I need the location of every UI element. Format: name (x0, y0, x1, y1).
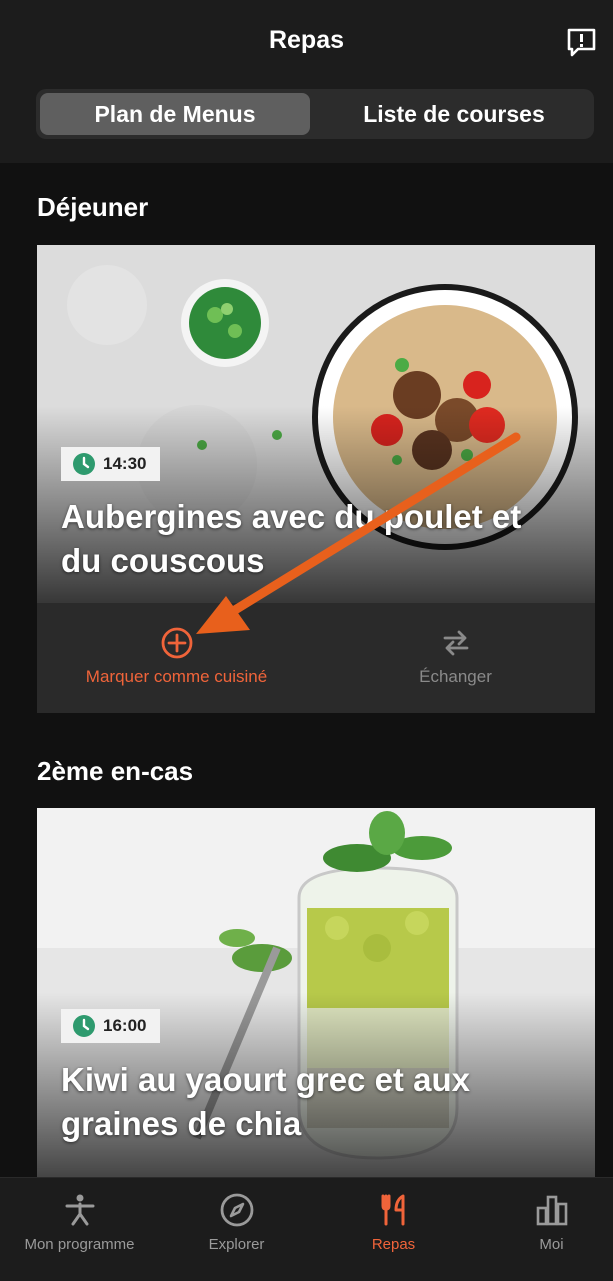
recipe-title-line-1: Kiwi au yaourt grec et aux (61, 1061, 470, 1098)
recipe-title[interactable]: Aubergines avec du poulet et du couscous (61, 495, 571, 583)
nav-tab-moi[interactable]: Moi (475, 1190, 613, 1253)
time-badge: 14:30 (61, 447, 161, 481)
tab-liste-de-courses[interactable]: Liste de courses (318, 93, 590, 135)
swap-arrows-icon (443, 630, 468, 656)
bottom-tab-bar: Mon programme Explorer Repas Moi (0, 1177, 613, 1281)
tab-plan-de-menus[interactable]: Plan de Menus (40, 93, 310, 135)
app-header: Repas Plan de Menus Liste de courses (0, 0, 613, 163)
plus-circle-icon (161, 627, 192, 659)
recipe-title-line-1: Aubergines avec du poulet et (61, 498, 522, 535)
meal-actions: Marquer comme cuisiné Échanger (37, 603, 595, 713)
recipe-title[interactable]: Kiwi au yaourt grec et aux graines de ch… (61, 1058, 571, 1146)
recipe-title-line-2: du couscous (61, 542, 265, 579)
nav-label: Mon programme (24, 1236, 135, 1253)
clock-icon (73, 453, 95, 475)
mark-cooked-label: Marquer comme cuisiné (85, 667, 268, 686)
bar-chart-icon (536, 1195, 567, 1226)
segmented-control: Plan de Menus Liste de courses (36, 89, 594, 139)
time-label: 16:00 (103, 1016, 147, 1035)
meal-card-dejeuner[interactable]: 14:30 Aubergines avec du poulet et du co… (37, 245, 595, 713)
nav-tab-explorer[interactable]: Explorer (160, 1190, 313, 1253)
nav-label: Moi (539, 1236, 564, 1253)
mark-cooked-button[interactable]: Marquer comme cuisiné (37, 625, 316, 687)
nav-tab-mon-programme[interactable]: Mon programme (3, 1190, 156, 1253)
meal-card-en-cas[interactable]: 16:00 Kiwi au yaourt grec et aux graines… (37, 808, 595, 1177)
nav-label: Explorer (208, 1236, 265, 1253)
section-title-dejeuner: Déjeuner (37, 192, 149, 222)
nav-tab-repas[interactable]: Repas (317, 1190, 470, 1253)
recipe-title-line-2: graines de chia (61, 1105, 302, 1142)
person-stretch-icon (65, 1194, 94, 1226)
swap-label: Échanger (419, 667, 492, 686)
fork-knife-icon (381, 1194, 404, 1226)
time-badge: 16:00 (61, 1009, 161, 1043)
feedback-icon[interactable] (566, 27, 597, 59)
swap-button[interactable]: Échanger (316, 625, 595, 687)
time-label: 14:30 (103, 454, 147, 473)
page-title: Repas (268, 26, 345, 54)
compass-icon (220, 1193, 253, 1227)
section-title-2eme-en-cas: 2ème en-cas (37, 756, 194, 786)
nav-label: Repas (371, 1236, 416, 1253)
clock-icon (73, 1015, 95, 1037)
